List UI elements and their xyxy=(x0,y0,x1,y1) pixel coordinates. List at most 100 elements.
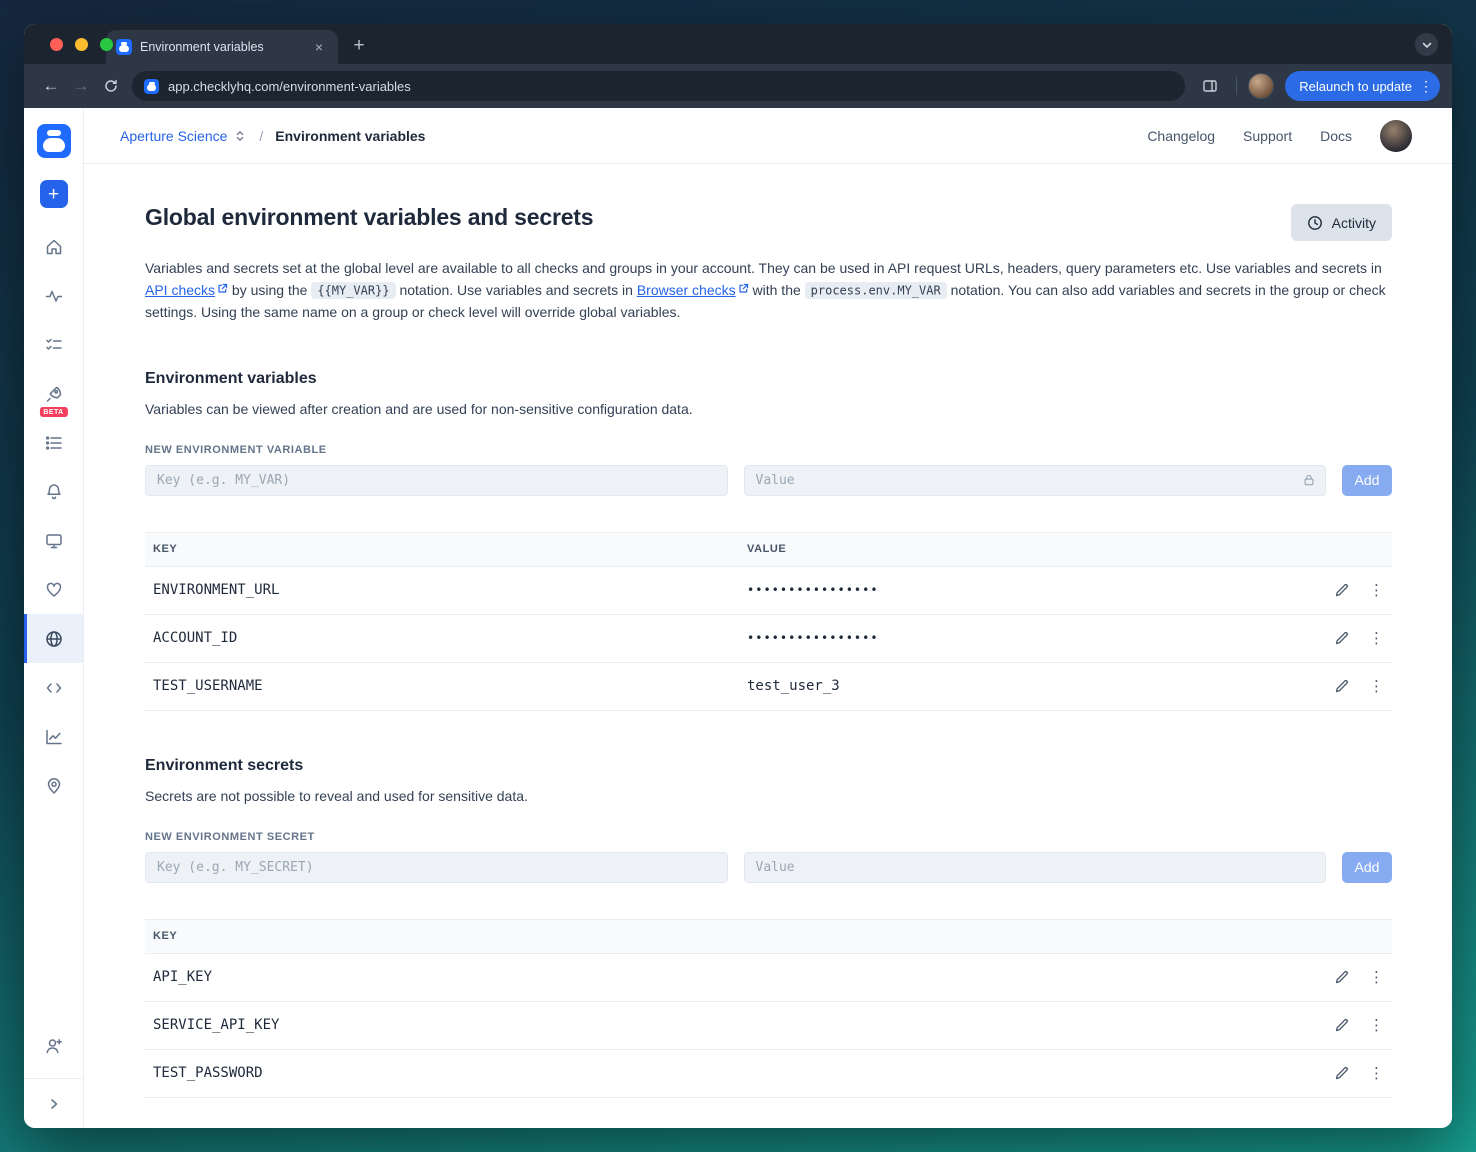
chevron-right-icon xyxy=(50,1098,57,1109)
expand-sidebar-button[interactable] xyxy=(24,1078,83,1128)
browser-menu-icon[interactable]: ⋮ xyxy=(1419,79,1433,93)
relaunch-label: Relaunch to update xyxy=(1299,78,1412,94)
tab-title: Environment variables xyxy=(140,40,264,54)
new-variable-form: Add xyxy=(145,464,1392,496)
edit-pencil-icon[interactable] xyxy=(1334,1065,1350,1081)
secrets-table-header: KEY xyxy=(145,918,1392,954)
variables-table: KEY VALUE ENVIRONMENT_URL ••••••••••••••… xyxy=(145,531,1392,711)
user-plus-icon xyxy=(45,1038,62,1053)
reload-icon xyxy=(105,79,117,92)
browser-profile-avatar[interactable] xyxy=(1248,73,1275,99)
row-kebab-menu-icon[interactable]: ⋮ xyxy=(1369,629,1384,647)
invite-user-button[interactable] xyxy=(24,1021,83,1070)
minimize-window-button[interactable] xyxy=(75,38,88,51)
new-tab-button[interactable]: + xyxy=(346,33,372,59)
sidebar-bottom xyxy=(24,1021,83,1128)
external-link-icon xyxy=(218,283,228,293)
secret-value-input[interactable] xyxy=(743,851,1326,883)
sidebar-item-snippets[interactable] xyxy=(24,663,83,712)
sidebar-item-maintenance[interactable] xyxy=(24,418,83,467)
sidebar-item-locations[interactable] xyxy=(24,761,83,810)
new-secret-form: Add xyxy=(145,851,1392,883)
table-row: TEST_USERNAME test_user_3 ⋮ xyxy=(145,663,1392,711)
row-kebab-menu-icon[interactable]: ⋮ xyxy=(1369,581,1384,599)
sidebar: + BETA xyxy=(24,108,84,1128)
chart-icon xyxy=(45,729,62,744)
table-row: TEST_PASSWORD ⋮ xyxy=(145,1050,1392,1098)
edit-pencil-icon[interactable] xyxy=(1334,630,1350,646)
secret-key: TEST_PASSWORD xyxy=(153,1065,263,1081)
sidebar-item-environments[interactable] xyxy=(24,614,83,663)
variables-section-description: Variables can be viewed after creation a… xyxy=(145,400,693,417)
url-text: app.checklyhq.com/environment-variables xyxy=(168,78,411,94)
sidebar-item-alerts[interactable] xyxy=(24,467,83,516)
tab-search-button[interactable] xyxy=(1415,33,1438,56)
account-switcher[interactable]: Aperture Science xyxy=(120,128,247,144)
create-button[interactable]: + xyxy=(39,180,68,208)
checkly-app: + BETA Aperture Science / Environment va… xyxy=(24,108,1452,1128)
reload-button[interactable] xyxy=(96,71,126,101)
sidebar-item-dashboards[interactable] xyxy=(24,516,83,565)
variable-value-input[interactable] xyxy=(743,464,1326,496)
activity-button[interactable]: Activity xyxy=(1290,204,1392,241)
relaunch-to-update-button[interactable]: Relaunch to update ⋮ xyxy=(1285,71,1440,101)
browser-tabstrip: Environment variables × + xyxy=(24,24,1452,64)
heart-icon xyxy=(46,582,61,597)
docs-link[interactable]: Docs xyxy=(1320,128,1352,144)
header-links: Changelog Support Docs xyxy=(1147,119,1412,152)
row-kebab-menu-icon[interactable]: ⋮ xyxy=(1369,677,1384,695)
maximize-window-button[interactable] xyxy=(100,38,113,51)
changelog-link[interactable]: Changelog xyxy=(1147,128,1215,144)
back-button[interactable]: ← xyxy=(36,71,66,101)
side-panel-icon xyxy=(1203,80,1217,92)
forward-button[interactable]: → xyxy=(66,71,96,101)
variable-value: •••••••••••••••• xyxy=(747,583,879,597)
toolbar-divider xyxy=(1236,77,1238,95)
code-chip: process.env.MY_VAR xyxy=(804,282,947,299)
user-avatar[interactable] xyxy=(1380,119,1412,152)
browser-tab[interactable]: Environment variables × xyxy=(106,30,338,64)
globe-icon xyxy=(45,630,62,647)
sidebar-item-analytics[interactable] xyxy=(24,712,83,761)
add-secret-button[interactable]: Add xyxy=(1342,851,1392,883)
address-bar[interactable]: app.checklyhq.com/environment-variables xyxy=(132,71,1186,101)
table-row: SERVICE_API_KEY ⋮ xyxy=(145,1002,1392,1050)
sidebar-item-traces-beta[interactable]: BETA xyxy=(24,369,83,418)
support-link[interactable]: Support xyxy=(1243,128,1292,144)
value-column-header: VALUE xyxy=(747,543,787,555)
row-actions: ⋮ xyxy=(1322,677,1392,695)
side-panel-button[interactable] xyxy=(1195,71,1225,101)
api-checks-link[interactable]: API checks xyxy=(145,282,228,298)
row-actions: ⋮ xyxy=(1322,968,1392,986)
browser-checks-link[interactable]: Browser checks xyxy=(637,282,749,298)
row-kebab-menu-icon[interactable]: ⋮ xyxy=(1369,968,1384,986)
row-kebab-menu-icon[interactable]: ⋮ xyxy=(1369,1016,1384,1034)
select-chevrons-icon xyxy=(237,130,244,141)
edit-pencil-icon[interactable] xyxy=(1334,678,1350,694)
edit-pencil-icon[interactable] xyxy=(1334,1017,1350,1033)
sidebar-item-monitoring[interactable] xyxy=(24,271,83,320)
checklist-icon xyxy=(45,338,62,350)
new-secret-label: NEW ENVIRONMENT SECRET xyxy=(145,830,315,843)
row-actions: ⋮ xyxy=(1322,1016,1392,1034)
close-window-button[interactable] xyxy=(50,38,63,51)
page-content: Global environment variables and secrets… xyxy=(84,164,1452,1128)
sidebar-item-home[interactable] xyxy=(24,222,83,271)
edit-pencil-icon[interactable] xyxy=(1334,582,1350,598)
secret-key-input[interactable] xyxy=(145,851,728,883)
key-column-header: KEY xyxy=(153,930,178,942)
code-icon xyxy=(46,682,61,693)
tab-close-icon[interactable]: × xyxy=(310,38,328,56)
checkly-logo[interactable] xyxy=(36,124,71,158)
secrets-section-title: Environment secrets xyxy=(145,756,304,774)
rows-icon xyxy=(45,435,62,450)
rocket-icon xyxy=(46,386,61,402)
sidebar-item-status[interactable] xyxy=(24,565,83,614)
sidebar-item-checks[interactable] xyxy=(24,320,83,369)
edit-pencil-icon[interactable] xyxy=(1334,969,1350,985)
variable-key-input[interactable] xyxy=(145,464,728,496)
pulse-icon xyxy=(45,290,62,302)
add-variable-button[interactable]: Add xyxy=(1342,464,1392,496)
row-kebab-menu-icon[interactable]: ⋮ xyxy=(1369,1064,1384,1082)
app-main: Aperture Science / Environment variables… xyxy=(84,108,1452,1128)
